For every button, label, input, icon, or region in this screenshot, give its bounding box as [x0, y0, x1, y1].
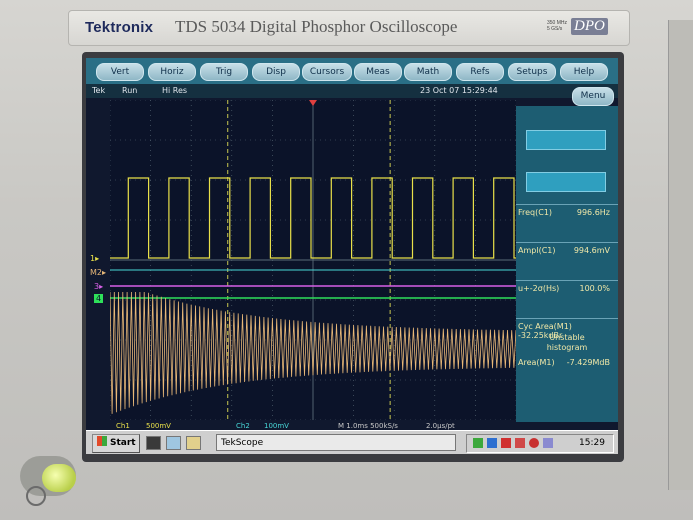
date-time: 23 Oct 07 15:29:44: [420, 86, 498, 95]
tray-network-icon[interactable]: [473, 438, 483, 448]
measurement-panel: Freq(C1) 996.6Hz Ampl(C1) 994.6mV u+-2σ(…: [516, 106, 618, 422]
windows-logo-icon: [97, 436, 107, 446]
divider: [516, 242, 618, 243]
measurement-label: Cyc Area(M1): [518, 322, 572, 331]
menu-help-button[interactable]: Help: [560, 63, 608, 81]
tray-record-icon[interactable]: [529, 438, 539, 448]
menu-meas-button[interactable]: Meas: [354, 63, 402, 81]
measurement-area[interactable]: Area(M1) -7.429MdB: [518, 358, 616, 367]
menu-bar: Vert Horiz Trig Disp Cursors Meas Math R…: [86, 58, 618, 84]
tray-sync-icon[interactable]: [487, 438, 497, 448]
menu-math-button[interactable]: Math: [404, 63, 452, 81]
taskbar-clock: 15:29: [579, 438, 605, 448]
tray-stop-icon[interactable]: [515, 438, 525, 448]
scope-screen: Vert Horiz Trig Disp Cursors Meas Math R…: [86, 58, 618, 454]
ch4-marker-label: 4: [96, 294, 102, 303]
measurement-freq[interactable]: Freq(C1) 996.6Hz: [518, 208, 616, 217]
quick-launch-desktop-icon[interactable]: [146, 436, 161, 450]
measurement-note-line1: Unstable: [549, 333, 585, 342]
timebase-readout: M 1.0ms 500kS/s: [338, 422, 398, 430]
menu-disp-button[interactable]: Disp: [252, 63, 300, 81]
measurement-value: 996.6Hz: [576, 208, 610, 217]
ch1-ground-marker: 1▸: [90, 254, 100, 263]
ch1-marker-label: 1: [90, 254, 96, 263]
tray-alert-icon[interactable]: [501, 438, 511, 448]
start-label: Start: [110, 438, 136, 448]
measurement-value: 994.6mV: [573, 246, 610, 255]
status-brand: Tek: [92, 86, 106, 95]
dpo-badge: DPO: [571, 18, 608, 35]
menu-cursors-button[interactable]: Cursors: [302, 63, 352, 81]
measurement-note: Unstable: [518, 333, 616, 342]
measurement-label: Area(M1): [518, 358, 555, 367]
measurement-value: 100.0%: [579, 284, 610, 293]
ch2-scale: 100mV: [264, 422, 289, 430]
system-tray: 15:29: [466, 434, 614, 453]
spec-sample-rate: 5 GS/s: [547, 26, 563, 32]
divider: [516, 280, 618, 281]
ch1-label: Ch1: [116, 422, 130, 430]
menu-trig-button[interactable]: Trig: [200, 63, 248, 81]
waveform-graticule: [110, 100, 516, 420]
menu-vert-button[interactable]: Vert: [96, 63, 144, 81]
start-button[interactable]: Start: [92, 434, 140, 453]
run-status: Run: [122, 86, 138, 95]
status-bar: Tek Run Hi Res 23 Oct 07 15:29:44: [86, 84, 618, 98]
ch3-marker-label: 3: [94, 282, 100, 291]
record-readout: 2.0µs/pt: [426, 422, 455, 430]
divider: [516, 318, 618, 319]
spec-label: 350 MHz 5 GS/s: [547, 20, 567, 32]
menu-refs-button[interactable]: Refs: [456, 63, 504, 81]
task-tekscope[interactable]: TekScope: [216, 434, 456, 451]
measurement-note-line2: histogram: [546, 343, 588, 352]
menu-button[interactable]: Menu: [572, 87, 614, 106]
brand-bar: Tektronix TDS 5034 Digital Phosphor Osci…: [68, 10, 630, 46]
measurement-label: u+-2σ(Hs): [518, 284, 560, 293]
ch2-label: Ch2: [236, 422, 250, 430]
menu-setups-button[interactable]: Setups: [508, 63, 556, 81]
power-led: [42, 464, 76, 492]
channel-readout: Ch1 500mV Ch2 100mV M 1.0ms 500kS/s 2.0µ…: [86, 422, 618, 430]
model-name: TDS 5034 Digital Phosphor Oscilloscope: [175, 17, 458, 36]
measurement-note: histogram: [518, 343, 616, 352]
side-softkey-1[interactable]: [526, 130, 606, 150]
power-icon: [26, 486, 46, 506]
tektronix-logo: Tektronix: [85, 19, 154, 36]
measurement-label: Freq(C1): [518, 208, 553, 217]
menu-horiz-button[interactable]: Horiz: [148, 63, 196, 81]
m2-marker: M2▸: [90, 268, 107, 277]
m2-marker-label: M2: [90, 268, 102, 277]
acquisition-mode: Hi Res: [162, 86, 188, 95]
divider: [516, 204, 618, 205]
ch1-scale: 500mV: [146, 422, 171, 430]
quick-launch-folder-icon[interactable]: [186, 436, 201, 450]
tray-volume-icon[interactable]: [543, 438, 553, 448]
side-softkey-2[interactable]: [526, 172, 606, 192]
ch3-marker: 3▸: [94, 282, 104, 291]
measurement-ampl[interactable]: Ampl(C1) 994.6mV: [518, 246, 616, 255]
measurement-label: Ampl(C1): [518, 246, 556, 255]
quick-launch-explorer-icon[interactable]: [166, 436, 181, 450]
ch4-marker: 4: [94, 294, 104, 303]
windows-taskbar: Start TekScope 15:29: [86, 430, 618, 454]
front-panel-controls: [668, 20, 693, 490]
measurement-value: -7.429MdB: [566, 358, 610, 367]
measurement-sigma[interactable]: u+-2σ(Hs) 100.0%: [518, 284, 616, 293]
